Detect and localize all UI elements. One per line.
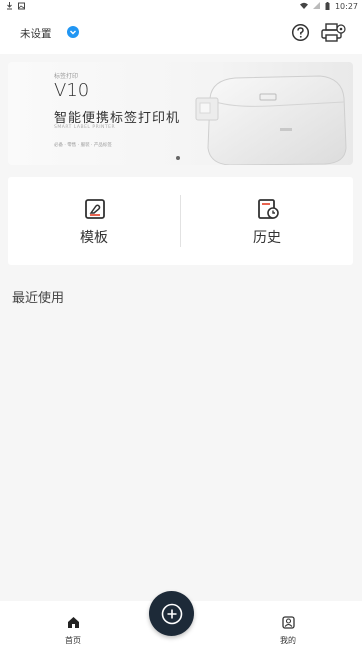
template-icon: [85, 199, 105, 219]
home-icon: [68, 617, 79, 628]
app-header: 未设置: [0, 12, 362, 54]
status-bar: 10:27: [0, 0, 362, 12]
help-icon[interactable]: [291, 23, 310, 42]
nav-mine-label: 我的: [280, 636, 296, 645]
template-button[interactable]: 模板: [8, 177, 180, 265]
promo-banner[interactable]: 标签打印 V10 智能便携标签打印机 SMART LABEL PRINTER 必…: [8, 62, 353, 165]
status-time: 10:27: [334, 1, 358, 11]
printer-settings-icon[interactable]: [320, 22, 346, 44]
nav-home[interactable]: 首页: [43, 601, 103, 650]
nav-mine[interactable]: 我的: [258, 601, 318, 650]
banner-title: 智能便携标签打印机: [54, 111, 181, 126]
signal-icon: [312, 2, 320, 9]
wifi-icon: [299, 2, 308, 9]
banner-page-indicator: [176, 156, 180, 160]
check-badge-icon[interactable]: [67, 26, 79, 38]
history-icon: [258, 199, 279, 219]
recent-section-title: 最近使用: [12, 291, 65, 306]
banner-english-title: SMART LABEL PRINTER: [54, 125, 116, 130]
banner-model: V10: [54, 80, 90, 101]
history-label: 历史: [253, 230, 281, 246]
battery-icon: [325, 2, 330, 10]
profile-icon: [282, 616, 295, 629]
banner-subtitle: 标签打印: [54, 73, 79, 80]
device-status-label[interactable]: 未设置: [20, 26, 52, 41]
banner-features: 必备 · 零售 · 服装 · 产品标签: [54, 143, 112, 148]
add-button[interactable]: [149, 591, 194, 636]
nav-home-label: 首页: [65, 636, 81, 645]
download-icon: [7, 2, 12, 10]
template-label: 模板: [80, 230, 108, 246]
history-button[interactable]: 历史: [181, 177, 353, 265]
quick-actions: 模板 历史: [8, 177, 353, 265]
image-icon: [18, 2, 25, 10]
add-icon: [161, 603, 182, 624]
label-printer-image: [195, 75, 347, 165]
